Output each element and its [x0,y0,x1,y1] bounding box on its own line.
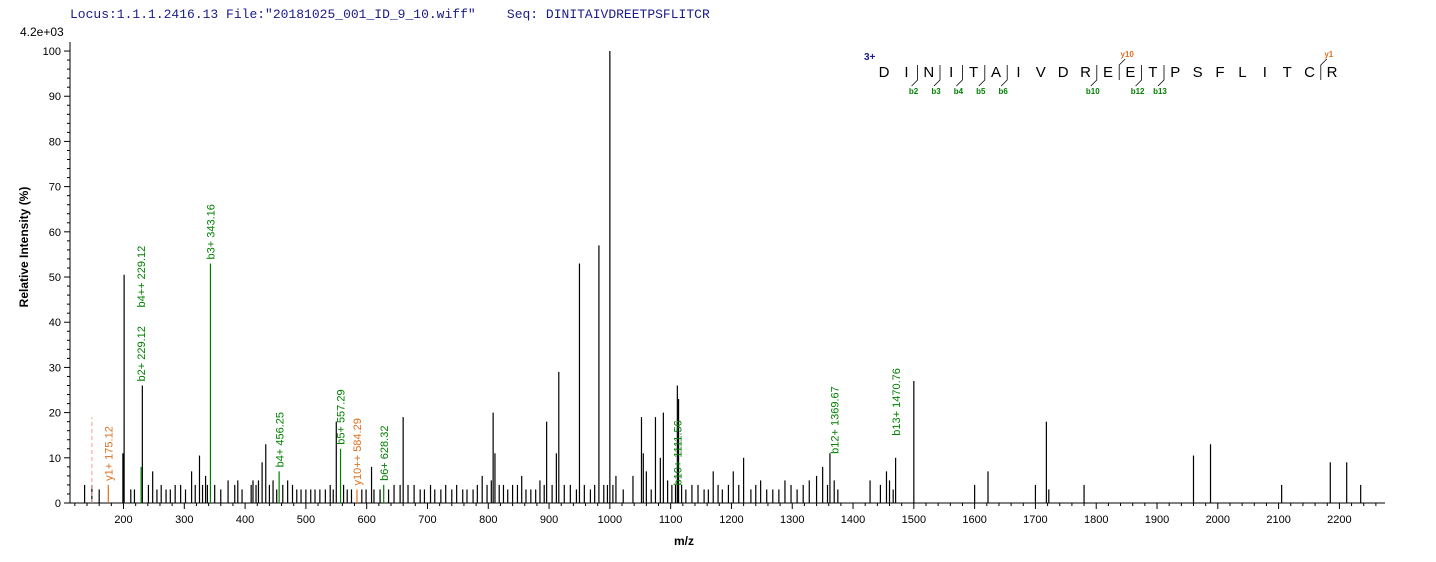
peak-annotation: b4++ 229.12 [136,246,148,308]
max-intensity-label: 4.2e+03 [20,25,64,39]
x-tick-label: 200 [114,514,132,526]
sequence-residue: N [923,64,934,81]
b-fragment-label: b4 [954,87,964,96]
x-tick-label: 1300 [780,514,804,526]
x-tick-label: 1000 [598,514,622,526]
x-tick-label: 400 [236,514,254,526]
peak-annotation: b10+ 1111.56 [673,420,685,485]
b-fragment-label: b12 [1131,87,1145,96]
x-tick-label: 1100 [659,514,683,526]
y-tick-label: 80 [49,136,61,148]
x-tick-label: 700 [418,514,436,526]
x-tick-label: 1700 [1023,514,1047,526]
peak-annotation: y10++ 584.29 [352,418,364,485]
sequence-residue: T [1148,64,1157,81]
sequence-residue: D [879,64,890,81]
sequence-residue: S [1193,64,1203,81]
sequence-residue: R [1080,64,1091,81]
peak-annotation: b5+ 557.29 [336,389,348,444]
sequence-residue: L [1238,64,1246,81]
sequence-residue: P [1170,64,1180,81]
b-fragment-mark [1157,65,1165,87]
x-tick-label: 300 [175,514,193,526]
b-fragment-label: b5 [976,87,986,96]
b-fragment-mark [1135,65,1142,87]
b-fragment-mark [978,65,986,87]
x-tick-label: 1900 [1145,514,1169,526]
sequence-residue: V [1036,64,1046,81]
b-fragment-mark [911,65,918,87]
sequence-residue: I [1016,64,1020,81]
y-fragment-label: y1 [1324,50,1333,59]
x-tick-label: 2100 [1266,514,1290,526]
sequence-residue: I [949,64,953,81]
y-tick-label: 20 [49,408,61,420]
x-tick-label: 900 [540,514,558,526]
sequence-residue: R [1327,64,1338,81]
x-tick-label: 800 [479,514,497,526]
b-fragment-mark [1090,65,1098,87]
peak-annotation: b6+ 628.32 [379,426,391,481]
x-axis-label: m/z [674,534,694,548]
y-tick-label: 60 [49,227,61,239]
sequence-residue: A [991,64,1001,81]
peak-annotation: b4+ 456.25 [274,412,286,467]
peak-annotation: b3+ 343.16 [206,204,218,259]
y-tick-label: 50 [49,272,61,284]
charge-state: 3+ [864,52,876,63]
b-fragment-mark [933,65,941,87]
b-fragment-label: b6 [999,87,1009,96]
peak-annotation: y1+ 175.12 [103,426,115,481]
y-fragment-mark [1118,58,1126,80]
x-tick-label: 1600 [962,514,986,526]
y-tick-label: 90 [49,91,61,103]
x-tick-label: 1500 [902,514,926,526]
y-axis-label: Relative Intensity (%) [17,187,31,308]
y-tick-label: 40 [49,317,61,329]
ms-spectrum-chart: 4.2e+03 200 300 400 500 600 700 800 900 1000 1100… [17,25,1385,548]
b-fragment-label: b13 [1153,87,1167,96]
y-tick-label: 0 [55,498,61,510]
sequence-residue: E [1125,64,1135,81]
x-tick-label: 1400 [841,514,865,526]
sequence-residue: F [1215,64,1224,81]
sequence-residue: C [1304,64,1315,81]
axes: 200 300 400 500 600 700 800 900 1000 1100 1200 1300… [43,42,1385,526]
y-tick-label: 30 [49,362,61,374]
b-fragment-mark [1000,65,1008,87]
b-fragment-mark [956,65,963,87]
y-fragment-label: y10 [1121,50,1135,59]
sequence-residue: T [1283,64,1292,81]
x-tick-label: 2000 [1206,514,1230,526]
y-tick-label: 70 [49,182,61,194]
y-tick-label: 100 [43,46,61,58]
x-tick-label: 1200 [719,514,743,526]
x-tick-label: 1800 [1084,514,1108,526]
b-fragment-label: b2 [909,87,919,96]
sequence-residue: I [904,64,908,81]
sequence-panel: 3+D I N I T A I V D R E E T P S F L I T C Rb2 b3 b4 b5 b6 b10 b12 b… [864,50,1338,96]
b-fragment-label: b10 [1086,87,1100,96]
x-tick-label: 2200 [1327,514,1351,526]
peak-annotation: b13+ 1470.76 [891,368,903,436]
peak-annotation: b2+ 229.12 [136,326,148,381]
x-tick-label: 600 [358,514,376,526]
sequence-residue: I [1263,64,1267,81]
b-fragment-label: b3 [931,87,941,96]
sequence-residue: T [969,64,978,81]
annotation-layer: y1+ 175.12 b2+ 229.12 b4++ 229.12 b3+ 343.1… [103,204,903,485]
y-tick-label: 10 [49,453,61,465]
sequence-residue: D [1058,64,1069,81]
x-tick-label: 500 [297,514,315,526]
peak-annotation: b12+ 1369.67 [830,386,842,454]
sequence-residue: E [1103,64,1113,81]
